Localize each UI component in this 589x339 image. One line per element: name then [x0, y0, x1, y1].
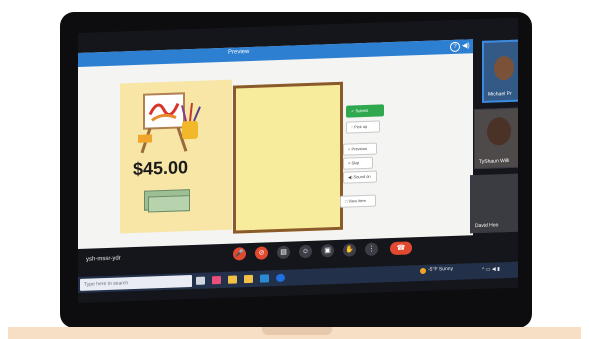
participant-tile[interactable]: Michael Pr [482, 39, 518, 103]
money-stack-icon [148, 195, 190, 213]
preview-title: Preview [228, 49, 250, 56]
end-call-button[interactable]: ☎ [390, 241, 412, 256]
captions-icon[interactable]: ▤ [277, 245, 290, 260]
participant-name: Michael Pr [488, 90, 512, 98]
previous-button[interactable]: < Previous [343, 142, 377, 156]
emoji-icon[interactable]: ☺ [299, 244, 312, 259]
preview-window: Preview ? ◀) $45.00 ✓ Submit ↑ Pick up <… [78, 39, 473, 249]
participant-tile[interactable]: TyShaun Willi [474, 107, 518, 170]
item-price: $45.00 [133, 157, 189, 180]
participant-tile[interactable]: David Hoo [470, 173, 518, 234]
edge-icon[interactable] [260, 274, 269, 283]
more-options-icon[interactable]: ⋮ [365, 242, 378, 256]
paint-easel-icon [138, 92, 201, 154]
avatar [487, 116, 511, 146]
preview-title-bar [78, 39, 473, 67]
file-explorer-icon[interactable] [228, 275, 237, 284]
meeting-code: ysh-mssr-ydr [86, 255, 121, 263]
folder-icon[interactable] [244, 274, 253, 284]
raise-hand-icon[interactable]: ✋ [343, 243, 356, 257]
weather-text: -5°F Sunny [428, 265, 454, 273]
laptop-screen: Preview ? ◀) $45.00 ✓ Submit ↑ Pick up <… [78, 17, 518, 304]
task-view-icon[interactable] [196, 276, 205, 285]
participant-name: TyShaun Willi [479, 157, 510, 165]
drop-zone[interactable] [233, 81, 343, 234]
app-icon[interactable] [212, 276, 221, 285]
system-tray-icon[interactable]: ^ ▭ ◀ ▮ [482, 266, 500, 273]
present-icon[interactable]: ▣ [321, 244, 334, 258]
submit-button[interactable]: ✓ Submit [346, 104, 384, 118]
view-item-button[interactable]: □ View item [340, 194, 376, 208]
camera-off-icon[interactable]: ⊘ [255, 246, 268, 260]
laptop-notch [262, 327, 332, 335]
skip-button[interactable]: > Skip [343, 156, 373, 170]
mic-off-icon[interactable]: 🎤 [233, 247, 246, 261]
pick-up-button[interactable]: ↑ Pick up [346, 120, 380, 134]
participant-name: David Hoo [475, 222, 499, 230]
sound-icon[interactable]: ◀) [462, 41, 470, 49]
avatar [494, 55, 514, 81]
sound-on-button[interactable]: ◀) Sound on [343, 170, 377, 184]
